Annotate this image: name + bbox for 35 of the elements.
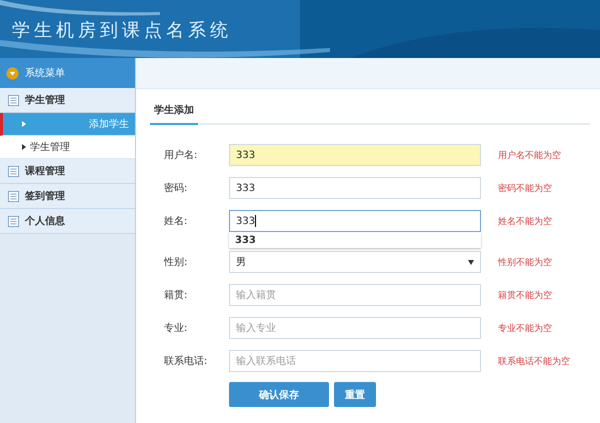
list-icon [8, 166, 19, 176]
menu-item[interactable]: 学生管理 [0, 136, 135, 159]
error-message: 籍贯不能为空 [498, 290, 552, 302]
field-label: 姓名: [164, 215, 188, 228]
tab[interactable]: 学生添加 [150, 97, 198, 125]
app-title: 学生机房到课点名系统 [12, 19, 232, 42]
input-field[interactable]: 333 [229, 144, 481, 166]
menu-group[interactable]: 学生管理 [0, 88, 135, 113]
field-label: 联系电话: [164, 354, 208, 368]
field-label: 密码: [164, 182, 188, 195]
error-message: 用户名不能为空 [498, 150, 561, 162]
error-message: 性别不能为空 [498, 256, 552, 268]
triangle-icon [22, 144, 26, 150]
caret-icon [468, 260, 474, 264]
list-icon [8, 190, 19, 202]
dropdown-icon [6, 66, 19, 80]
error-message: 密码不能为空 [498, 182, 552, 194]
menu-group[interactable]: 课程管理 [0, 159, 135, 184]
input-field[interactable]: 333 [229, 210, 481, 232]
error-message: 专业不能为空 [498, 322, 552, 334]
error-message: 姓名不能为空 [498, 216, 552, 228]
field-label: 籍贯: [164, 289, 188, 302]
list-icon [8, 216, 19, 226]
field-label: 专业: [164, 322, 188, 335]
sidebar-title: 系统菜单 [25, 66, 65, 80]
input-field[interactable]: 333 [229, 177, 481, 199]
menu-group[interactable]: 个人信息 [0, 209, 135, 234]
list-icon [8, 94, 19, 106]
field-label: 性别: [164, 256, 188, 269]
triangle-icon [22, 121, 26, 127]
error-message: 联系电话不能为空 [498, 356, 570, 368]
autocomplete-menu[interactable]: 333 [229, 232, 481, 248]
field-label: 用户名: [164, 148, 198, 162]
select-field[interactable]: 男 [229, 251, 481, 273]
menu-group[interactable]: 签到管理 [0, 184, 135, 209]
